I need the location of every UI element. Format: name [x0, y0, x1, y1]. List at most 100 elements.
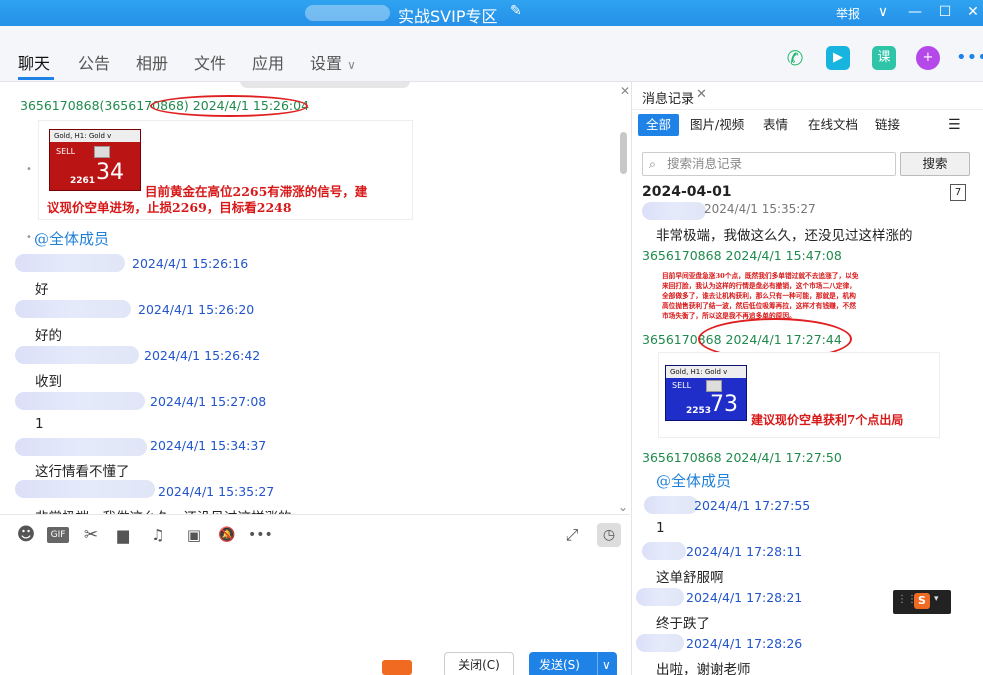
tab-chat[interactable]: 聊天	[18, 50, 50, 74]
trade-image[interactable]: Gold, H1: Gold v SELL 2253 73 建议现价空单获利7个…	[658, 352, 940, 438]
bullet: •	[26, 164, 32, 175]
ime-menu-icon: ▾	[934, 594, 939, 604]
image-icon[interactable]: ▣	[184, 525, 204, 545]
message-time: 2024/4/1 17:27:55	[694, 498, 811, 513]
filter-docs[interactable]: 在线文档	[808, 114, 858, 136]
filter-media[interactable]: 图片/视频	[690, 114, 744, 136]
send-label: 发送(S)	[539, 658, 580, 672]
ime-widget[interactable]: ⋮⋮ S ▾	[893, 590, 951, 614]
history-panel: 消息记录 ✕ 全部 图片/视频 表情 在线文档 链接 ☰ ⌕ 搜索消息记录 搜索…	[631, 82, 983, 675]
close-icon[interactable]: ✕	[963, 2, 983, 22]
blurred-sender	[15, 438, 147, 456]
chart-header: Gold, H1: Gold v	[50, 130, 140, 142]
message-text: 好	[35, 282, 49, 298]
send-options-icon[interactable]: ∨	[597, 652, 611, 675]
history-date: 2024-04-01	[642, 184, 732, 200]
message-text: 非常极端，我做这么久，还没见过这样涨的	[656, 228, 913, 244]
video-icon[interactable]: ▶	[826, 46, 850, 70]
trade-image[interactable]: Gold, H1: Gold v SELL 2261 34 目前黄金在高位226…	[38, 120, 413, 220]
message-text: 1	[656, 520, 665, 536]
chevron-down-icon: ∨	[347, 58, 356, 72]
tab-settings-label: 设置	[310, 54, 343, 73]
tab-album[interactable]: 相册	[136, 50, 168, 74]
blurred-sender	[15, 300, 131, 318]
app-window: 实战SVIP专区 ✎ 举报 ∨ — ☐ ✕ 聊天 公告 相册 文件 应用 设置 …	[0, 0, 983, 675]
message-text: 终于跌了	[656, 616, 710, 632]
price-big: 34	[96, 160, 124, 185]
chat-scrollbar[interactable]	[620, 132, 627, 174]
minimize-icon[interactable]: —	[905, 2, 925, 22]
phone-icon[interactable]: ✆	[783, 46, 807, 70]
send-button[interactable]: 发送(S) ∨	[529, 652, 617, 675]
message-text: 好的	[35, 328, 62, 344]
blurred-sender	[636, 588, 684, 606]
search-button[interactable]: 搜索	[900, 152, 970, 176]
gif-icon[interactable]: GIF	[47, 527, 69, 543]
price-small: 2253	[686, 406, 712, 416]
sender-id: 3656170868	[642, 248, 722, 263]
maximize-icon[interactable]: ☐	[935, 2, 955, 22]
tab-apps[interactable]: 应用	[252, 50, 284, 74]
filter-stickers[interactable]: 表情	[763, 114, 788, 136]
folder-icon[interactable]: ▆	[113, 525, 133, 545]
message-sender: 3656170868 2024/4/1 15:47:08	[642, 248, 842, 263]
long-message-image[interactable]: 目前早间亚盘急涨30个点，既然我们多单错过就不去追涨了，以免 来回打脸，我认为这…	[656, 268, 940, 324]
title-bar: 实战SVIP专区 ✎ 举报 ∨ — ☐ ✕	[0, 0, 983, 26]
emoji-icon[interactable]: ☻	[16, 525, 36, 545]
course-icon[interactable]: 课	[872, 46, 896, 70]
message-time: 2024/4/1 17:28:11	[686, 544, 803, 559]
blurred-sender	[15, 392, 145, 410]
close-button[interactable]: 关闭(C)	[444, 652, 514, 675]
message-time: 2024/4/1 15:26:20	[138, 302, 255, 317]
message-text: 收到	[35, 374, 62, 390]
mute-icon[interactable]: 🔕	[217, 525, 237, 545]
blurred-sender	[636, 634, 684, 652]
tab-settings[interactable]: 设置 ∨	[310, 50, 356, 74]
history-icon[interactable]: ◷	[597, 523, 621, 547]
expand-icon[interactable]: ⤢	[562, 525, 582, 545]
tab-bar: 聊天 公告 相册 文件 应用 设置 ∨ ✆ ▶ 课 + •••	[0, 26, 983, 82]
blurred-sender	[15, 254, 125, 272]
message-text: 非常极端，我做这么久，还没见过这样涨的	[35, 506, 292, 514]
trade-panel: Gold, H1: Gold v SELL 2261 34	[49, 129, 141, 191]
dropdown-icon	[94, 146, 110, 158]
edit-title-icon[interactable]: ✎	[510, 3, 522, 19]
filter-links[interactable]: 链接	[875, 114, 900, 136]
chat-area[interactable]: ✕ 3656170868(3656170868) 2024/4/1 15:26:…	[0, 82, 630, 514]
scissors-icon[interactable]: ✂	[81, 525, 101, 545]
history-header: 消息记录 ✕	[632, 82, 983, 110]
filter-icon[interactable]: ☰	[948, 114, 961, 136]
close-icon[interactable]: ✕	[696, 87, 707, 102]
dropdown-icon[interactable]: ∨	[873, 2, 893, 22]
trade-caption-line2: 议现价空单进场，止损2269，目标看2248	[47, 200, 292, 215]
close-icon[interactable]: ✕	[620, 84, 630, 98]
report-button[interactable]: 举报	[836, 5, 860, 22]
message-time: 2024/4/1 15:34:37	[150, 438, 267, 453]
ime-icon	[382, 660, 412, 675]
message-text: 这行情看不懂了	[35, 464, 130, 480]
message-time: 2024/4/1 17:27:50	[725, 450, 842, 465]
tab-notice[interactable]: 公告	[78, 50, 110, 74]
mention-all: @全体成员	[34, 230, 110, 248]
add-icon[interactable]: +	[916, 46, 940, 70]
filter-all[interactable]: 全部	[638, 114, 680, 136]
blurred-sender	[644, 496, 698, 514]
tab-files[interactable]: 文件	[194, 50, 226, 74]
ime-logo-icon: S	[914, 593, 930, 609]
history-search-input[interactable]: ⌕ 搜索消息记录	[642, 152, 896, 176]
chevron-down-icon[interactable]: ⌄	[618, 500, 628, 514]
blurred-sender	[642, 202, 706, 220]
blurred-sender	[642, 542, 686, 560]
message-time: 2024/4/1 15:35:27	[158, 484, 275, 499]
price-big: 73	[710, 392, 738, 417]
more-icon[interactable]: •••	[956, 46, 983, 70]
more-icon[interactable]: •••	[248, 525, 273, 545]
annotation-circle	[150, 95, 308, 117]
bullet: •	[26, 232, 32, 243]
search-placeholder: 搜索消息记录	[667, 156, 743, 171]
sender-id: 3656170868	[642, 450, 722, 465]
music-icon[interactable]: ♫	[148, 525, 168, 545]
message-time: 2024/4/1 15:27:08	[150, 394, 267, 409]
message-time: 2024/4/1 15:26:16	[132, 256, 249, 271]
calendar-icon[interactable]: 7	[950, 184, 966, 201]
